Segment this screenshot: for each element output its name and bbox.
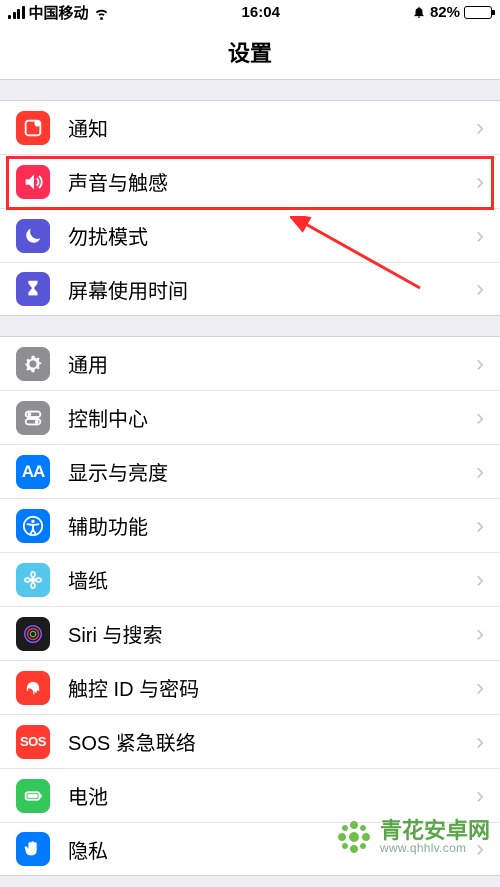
sos-icon: SOS xyxy=(16,725,50,759)
carrier-label: 中国移动 xyxy=(29,2,89,23)
switches-icon xyxy=(16,401,50,435)
row-label: 电池 xyxy=(68,781,476,810)
status-bar: 中国移动 16:04 82% xyxy=(0,0,500,24)
row-label: 显示与亮度 xyxy=(68,457,476,486)
row-label: 辅助功能 xyxy=(68,511,476,540)
battery-icon xyxy=(16,779,50,813)
watermark: 青花安卓网 www.qhhlv.com xyxy=(334,817,490,857)
row-accessibility[interactable]: 辅助功能 › xyxy=(0,498,500,552)
flower-icon xyxy=(16,563,50,597)
row-screentime[interactable]: 屏幕使用时间 › xyxy=(0,262,500,316)
accessibility-icon xyxy=(16,509,50,543)
chevron-right-icon: › xyxy=(476,168,484,196)
row-label: 触控 ID 与密码 xyxy=(68,673,476,702)
settings-group-2: 通用 › 控制中心 › AA 显示与亮度 › 辅助功能 › 墙纸 › Siri … xyxy=(0,336,500,876)
watermark-logo-icon xyxy=(334,817,374,857)
row-label: 墙纸 xyxy=(68,565,476,594)
settings-group-1: 通知 › 声音与触感 › 勿扰模式 › 屏幕使用时间 › xyxy=(0,100,500,316)
row-label: 声音与触感 xyxy=(68,167,476,196)
chevron-right-icon: › xyxy=(476,222,484,250)
notifications-icon xyxy=(16,111,50,145)
row-battery[interactable]: 电池 › xyxy=(0,768,500,822)
chevron-right-icon: › xyxy=(476,114,484,142)
row-label: 通用 xyxy=(68,349,476,378)
row-label: 勿扰模式 xyxy=(68,221,476,250)
sound-icon xyxy=(16,165,50,199)
gear-icon xyxy=(16,347,50,381)
row-control-center[interactable]: 控制中心 › xyxy=(0,390,500,444)
fingerprint-icon xyxy=(16,671,50,705)
chevron-right-icon: › xyxy=(476,512,484,540)
page-title: 设置 xyxy=(228,36,272,68)
watermark-url: www.qhhlv.com xyxy=(380,842,490,855)
row-siri[interactable]: Siri 与搜索 › xyxy=(0,606,500,660)
row-label: 屏幕使用时间 xyxy=(68,275,476,304)
siri-icon xyxy=(16,617,50,651)
battery-icon xyxy=(464,6,492,19)
chevron-right-icon: › xyxy=(476,620,484,648)
signal-icon xyxy=(8,6,25,19)
row-sounds[interactable]: 声音与触感 › xyxy=(0,154,500,208)
aa-icon: AA xyxy=(16,455,50,489)
chevron-right-icon: › xyxy=(476,674,484,702)
row-label: SOS 紧急联络 xyxy=(68,727,476,756)
hourglass-icon xyxy=(16,272,50,306)
row-touchid[interactable]: 触控 ID 与密码 › xyxy=(0,660,500,714)
chevron-right-icon: › xyxy=(476,404,484,432)
row-sos[interactable]: SOS SOS 紧急联络 › xyxy=(0,714,500,768)
chevron-right-icon: › xyxy=(476,566,484,594)
moon-icon xyxy=(16,219,50,253)
clock: 16:04 xyxy=(242,4,280,21)
chevron-right-icon: › xyxy=(476,458,484,486)
row-general[interactable]: 通用 › xyxy=(0,336,500,390)
row-wallpaper[interactable]: 墙纸 › xyxy=(0,552,500,606)
nav-title-bar: 设置 xyxy=(0,24,500,80)
chevron-right-icon: › xyxy=(476,275,484,303)
alarm-icon xyxy=(412,5,426,19)
chevron-right-icon: › xyxy=(476,350,484,378)
chevron-right-icon: › xyxy=(476,782,484,810)
wifi-icon xyxy=(93,4,110,21)
row-label: 控制中心 xyxy=(68,403,476,432)
row-label: Siri 与搜索 xyxy=(68,619,476,648)
row-display[interactable]: AA 显示与亮度 › xyxy=(0,444,500,498)
hand-icon xyxy=(16,832,50,866)
row-dnd[interactable]: 勿扰模式 › xyxy=(0,208,500,262)
row-notifications[interactable]: 通知 › xyxy=(0,100,500,154)
chevron-right-icon: › xyxy=(476,728,484,756)
watermark-brand: 青花安卓网 xyxy=(380,819,490,842)
row-label: 通知 xyxy=(68,113,476,142)
battery-pct: 82% xyxy=(430,4,460,21)
